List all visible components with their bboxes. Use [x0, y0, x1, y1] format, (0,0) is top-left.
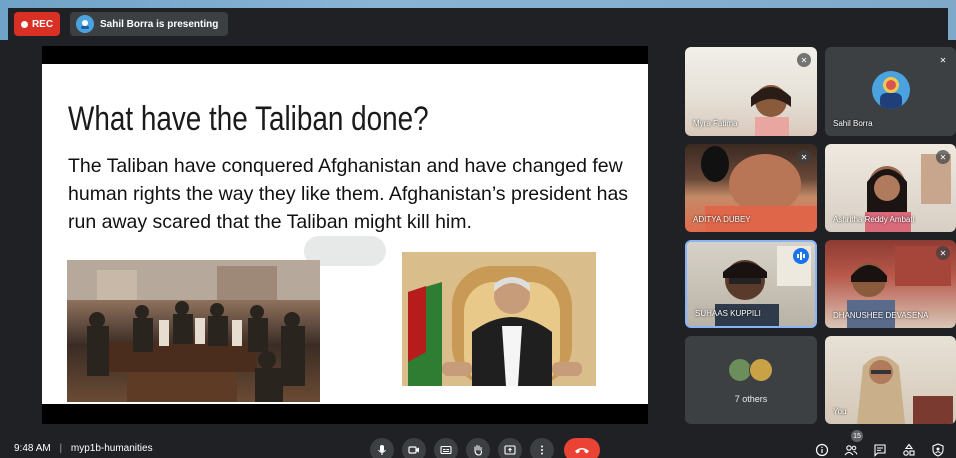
meeting-details: 9:48 AM | myp1b-humanities — [14, 443, 153, 454]
participant-tile-suhaas-kuppili[interactable]: SUHAAS KUPPILI — [685, 240, 817, 328]
mic-off-icon: ✕ — [936, 246, 950, 260]
presenting-banner[interactable]: Sahil Borra is presenting — [70, 12, 229, 36]
chat-icon — [874, 444, 886, 457]
info-icon — [815, 443, 829, 457]
mic-button[interactable] — [370, 438, 394, 458]
others-count: 7 others — [734, 394, 768, 404]
clock-time: 9:48 AM — [14, 443, 51, 454]
participant-name: ADITYA DUBEY — [693, 215, 751, 224]
mic-off-icon: ✕ — [936, 150, 950, 164]
mic-off-icon: ✕ — [797, 150, 811, 164]
people-icon — [844, 445, 858, 456]
raise-hand-button[interactable] — [466, 438, 490, 458]
meeting-info-button[interactable] — [812, 440, 832, 458]
avatar — [749, 358, 773, 382]
participant-name: Ashritha Reddy Ambati — [833, 215, 915, 224]
slide-body: The Taliban have conquered Afghanistan a… — [68, 155, 629, 233]
camera-button[interactable] — [402, 438, 426, 458]
presentation-stage[interactable]: What have the Taliban done? The Taliban … — [42, 46, 648, 424]
captions-icon — [440, 445, 452, 455]
participant-name: DHANUSHEE DEVASENA — [833, 311, 929, 320]
activities-icon — [903, 443, 915, 456]
end-call-button[interactable] — [564, 438, 600, 458]
people-button[interactable] — [841, 440, 861, 458]
participant-tile-dhanushee-devasena[interactable]: ✕ DHANUSHEE DEVASENA — [825, 240, 956, 328]
recording-badge: REC — [14, 12, 60, 36]
taliban-office-photo — [67, 260, 320, 402]
participant-name: Sahil Borra — [833, 119, 873, 128]
separator: | — [59, 443, 63, 454]
speaking-icon — [793, 248, 809, 264]
end-call-icon — [575, 448, 589, 454]
mic-off-icon: ✕ — [797, 53, 811, 67]
participant-tile-myra-fatima[interactable]: ✕ Myra Fatima — [685, 47, 817, 136]
slide: What have the Taliban done? The Taliban … — [42, 64, 648, 404]
avatar — [872, 71, 910, 109]
camera-icon — [408, 446, 419, 454]
host-controls-icon — [932, 443, 944, 457]
participant-name: Myra Fatima — [693, 119, 738, 128]
meeting-code: myp1b-humanities — [70, 443, 153, 454]
mic-icon — [378, 445, 386, 455]
present-button[interactable] — [498, 438, 522, 458]
others-tile[interactable]: 7 others — [685, 336, 817, 424]
presenting-text: Sahil Borra is presenting — [100, 18, 219, 30]
presenter-icon — [76, 15, 94, 33]
participant-tile-you[interactable]: You — [825, 336, 956, 424]
more-options-icon — [541, 445, 543, 455]
participant-tile-aditya-dubey[interactable]: ✕ ADITYA DUBEY — [685, 144, 817, 232]
chat-button[interactable] — [870, 440, 890, 458]
people-count-badge: 15 — [851, 430, 863, 442]
slide-title: What have the Taliban done? — [68, 100, 429, 138]
participant-name: You — [833, 407, 847, 416]
participant-name: SUHAAS KUPPILI — [695, 309, 761, 318]
raise-hand-icon — [474, 444, 483, 456]
participant-tile-sahil-borra[interactable]: ✕ Sahil Borra — [825, 47, 956, 136]
president-photo — [402, 252, 596, 386]
activities-button[interactable] — [899, 440, 919, 458]
participant-tile-ashritha-reddy-ambati[interactable]: ✕ Ashritha Reddy Ambati — [825, 144, 956, 232]
captions-button[interactable] — [434, 438, 458, 458]
mic-off-icon: ✕ — [939, 55, 947, 65]
present-icon — [504, 445, 516, 455]
host-controls-button[interactable] — [928, 440, 948, 458]
record-dot-icon — [20, 20, 28, 28]
more-options-button[interactable] — [530, 438, 554, 458]
recording-label: REC — [31, 18, 54, 30]
